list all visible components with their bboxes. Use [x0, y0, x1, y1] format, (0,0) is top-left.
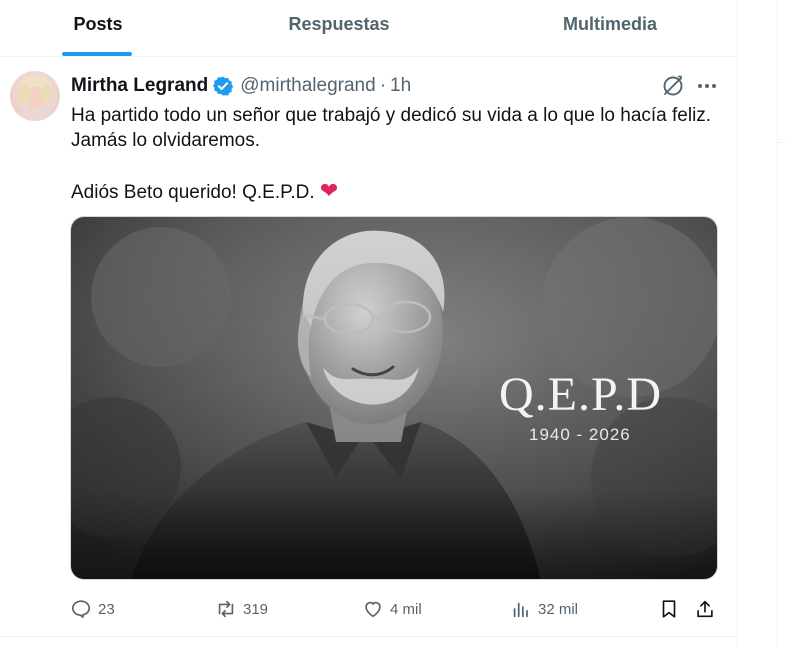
reply-button[interactable]: 23 [70, 595, 115, 623]
author-name[interactable]: Mirtha Legrand [71, 75, 208, 97]
reply-count: 23 [98, 600, 115, 618]
repost-count: 319 [243, 600, 269, 618]
post-text-farewell: Adiós Beto querido! Q.E.P.D. [71, 182, 315, 203]
post-text-line: Adiós Beto querido! Q.E.P.D. ❤ [71, 178, 731, 205]
post-text-line: Ha partido todo un señor que trabajó y d… [71, 105, 712, 126]
reply-icon [71, 600, 91, 619]
meta-separator: · [379, 75, 387, 96]
image-overlay-title: Q.E.P.D [499, 368, 663, 421]
heart-emoji: ❤ [319, 178, 339, 203]
tab-multimedia-label: Multimedia [562, 14, 657, 34]
share-button[interactable] [694, 595, 716, 623]
post-time[interactable]: 1h [390, 75, 411, 97]
grok-icon[interactable] [660, 73, 686, 99]
author-handle[interactable]: @mirthalegrand [240, 75, 375, 97]
more-icon[interactable] [694, 73, 720, 99]
post[interactable]: Mirtha Legrand @mirthalegrand · 1h Ha pa… [0, 57, 738, 637]
verified-badge-icon [213, 76, 234, 96]
post-image[interactable]: Q.E.P.D 1940 - 2026 [70, 216, 718, 580]
views-count: 32 mil [538, 600, 579, 618]
profile-timeline: Posts Respuestas Multimedia Mirtha Legra… [0, 0, 738, 648]
views-button[interactable]: 32 mil [510, 595, 578, 623]
profile-tabs: Posts Respuestas Multimedia [0, 0, 738, 57]
image-overlay-years: 1940 - 2026 [529, 425, 631, 444]
post-text-line: Jamás lo olvidaremos. [71, 130, 261, 151]
tab-posts[interactable]: Posts [0, 0, 196, 56]
views-icon [513, 602, 528, 618]
tab-respuestas[interactable]: Respuestas [196, 0, 482, 56]
pane-divider [777, 0, 778, 648]
avatar[interactable] [10, 71, 60, 121]
repost-icon [218, 600, 234, 618]
share-icon [697, 600, 713, 618]
pane-divider [777, 142, 786, 143]
post-header: Mirtha Legrand @mirthalegrand · 1h [71, 74, 411, 98]
tab-multimedia[interactable]: Multimedia [482, 0, 738, 56]
tab-respuestas-label: Respuestas [288, 14, 390, 34]
tab-posts-label: Posts [73, 14, 123, 34]
post-text: Ha partido todo un señor que trabajó y d… [71, 103, 731, 205]
like-icon [365, 601, 381, 618]
repost-button[interactable]: 319 [215, 595, 268, 623]
like-button[interactable]: 4 mil [362, 595, 422, 623]
bookmark-icon [662, 600, 676, 618]
active-tab-indicator [62, 52, 132, 56]
like-count: 4 mil [390, 600, 422, 618]
bookmark-button[interactable] [658, 595, 680, 623]
post-actions: 23 319 4 mil 32 mil [70, 595, 720, 623]
right-pane [739, 0, 786, 648]
